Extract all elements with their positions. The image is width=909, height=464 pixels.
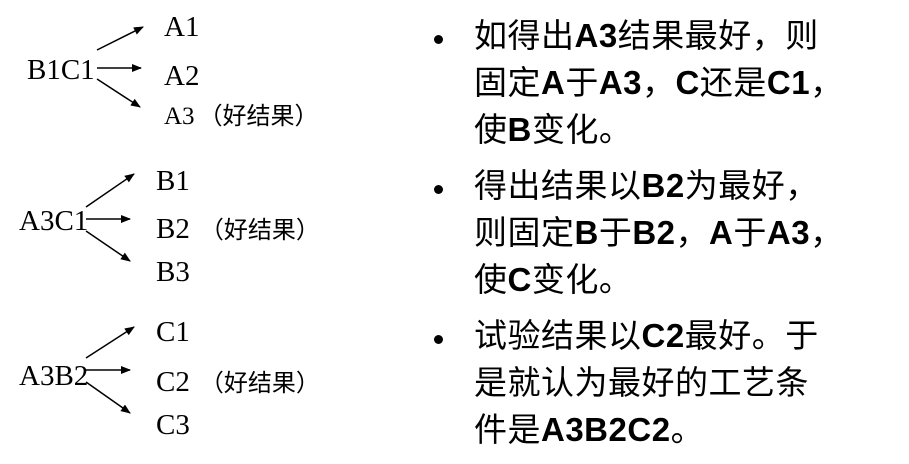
text-segment: ， xyxy=(642,63,676,102)
bold-text: C1 xyxy=(766,64,811,101)
bullet-line: 是就认为最好的工艺条 xyxy=(474,359,898,406)
bold-text: A3B2C2 xyxy=(541,411,671,448)
text-segment: 得出结果以 xyxy=(474,166,642,205)
bold-text: A3 xyxy=(598,64,643,101)
text-segment: 变化。 xyxy=(531,260,633,299)
text-segment: 固定 xyxy=(474,63,541,102)
target-a1: A1 xyxy=(164,13,199,42)
bold-text: C xyxy=(675,64,700,101)
text-segment: 则固定 xyxy=(474,213,575,252)
target-c3: C3 xyxy=(156,411,190,440)
bullet-line: 则固定B于B2，A于A3， xyxy=(474,209,898,256)
target-a3-label: A3 xyxy=(164,103,195,130)
arrow-b1c1-a1 xyxy=(96,26,144,51)
bold-text: A xyxy=(709,214,734,251)
bullet-line: 得出结果以B2为最好， xyxy=(474,162,898,209)
text-segment: 是就认为最好的工艺条 xyxy=(474,363,809,402)
bullet-dot-icon xyxy=(434,185,443,194)
text-segment: 如得出 xyxy=(474,16,575,55)
source-a3b2: A3B2 xyxy=(19,360,89,392)
bold-text: A3 xyxy=(574,17,618,54)
target-b2-label: B2 xyxy=(156,213,190,245)
source-a3c1: A3C1 xyxy=(19,205,89,237)
bullet-item: 如得出A3结果最好，则 固定A于A3，C还是C1， 使B变化。 xyxy=(428,12,898,153)
bold-text: C2 xyxy=(641,317,685,354)
arrow-a3c1-b3 xyxy=(85,230,131,262)
branching-diagram: B1C1 A1 A2 A3 （好结果） A3C1 B1 B2 （好结果） B3 A3… xyxy=(0,0,420,464)
text-segment: 件是 xyxy=(474,410,541,449)
text-segment: 使 xyxy=(474,110,508,149)
target-a2: A2 xyxy=(164,62,199,91)
target-c1-label: C1 xyxy=(156,316,190,348)
text-segment: 结果最好，则 xyxy=(617,16,819,55)
target-b1-label: B1 xyxy=(156,165,190,197)
text-segment: 最好。于 xyxy=(684,316,819,355)
bold-text: A xyxy=(541,64,566,101)
bold-text: C xyxy=(507,261,532,298)
text-segment: 。 xyxy=(670,410,705,449)
text-segment: 试验结果以 xyxy=(474,316,642,355)
bullet-item: 得出结果以B2为最好， 则固定B于B2，A于A3， 使C变化。 xyxy=(428,162,898,303)
bold-text: B xyxy=(574,214,599,251)
text-segment: ， xyxy=(675,213,710,252)
text-segment: ， xyxy=(810,63,844,102)
arrow-b1c1-a3 xyxy=(96,78,141,108)
text-segment: 为最好， xyxy=(684,166,819,205)
target-b2-note: （好结果） xyxy=(199,218,320,244)
bullet-line: 使B变化。 xyxy=(474,106,898,153)
source-b1c1: B1C1 xyxy=(27,54,95,86)
bullet-line: 试验结果以C2最好。于 xyxy=(474,312,898,359)
target-c2-note: （好结果） xyxy=(199,371,320,397)
target-a3: A3 （好结果） xyxy=(164,104,319,129)
bullet-line: 固定A于A3，C还是C1， xyxy=(474,59,898,106)
bullet-line: 件是A3B2C2。 xyxy=(474,406,898,453)
text-segment: 于 xyxy=(733,213,767,252)
target-a2-label: A2 xyxy=(164,60,200,92)
bullet-dot-icon xyxy=(434,35,443,44)
text-segment: 于 xyxy=(598,213,633,252)
target-a1-label: A1 xyxy=(164,11,200,43)
target-c2: C2 （好结果） xyxy=(156,368,320,397)
bullet-list: 如得出A3结果最好，则 固定A于A3，C还是C1， 使B变化。 得出结果以B2为最好，… xyxy=(428,12,898,462)
target-b1: B1 xyxy=(156,167,190,196)
bullet-line: 如得出A3结果最好，则 xyxy=(474,12,898,59)
text-segment: ， xyxy=(810,213,844,252)
arrow-a3b2-c3 xyxy=(85,381,131,414)
bullet-dot-icon xyxy=(434,335,443,344)
text-segment: 于 xyxy=(565,63,599,102)
target-c3-label: C3 xyxy=(156,409,190,441)
target-b3: B3 xyxy=(156,258,190,287)
bold-text: B2 xyxy=(641,167,685,204)
arrow-a3b2-c1 xyxy=(85,326,135,359)
arrow-a3c1-b1 xyxy=(85,173,135,208)
target-c2-label: C2 xyxy=(156,366,190,398)
bold-text: A3 xyxy=(766,214,811,251)
target-a3-note: （好结果） xyxy=(198,104,319,130)
text-segment: 变化。 xyxy=(531,110,633,149)
bold-text: B2 xyxy=(632,214,676,251)
target-b3-label: B3 xyxy=(156,256,190,288)
target-c1: C1 xyxy=(156,318,190,347)
bullet-item: 试验结果以C2最好。于 是就认为最好的工艺条 件是A3B2C2。 xyxy=(428,312,898,453)
bold-text: B xyxy=(507,111,532,148)
target-b2: B2 （好结果） xyxy=(156,215,320,244)
text-segment: 还是 xyxy=(699,63,767,102)
text-segment: 使 xyxy=(474,260,508,299)
bullet-line: 使C变化。 xyxy=(474,256,898,303)
